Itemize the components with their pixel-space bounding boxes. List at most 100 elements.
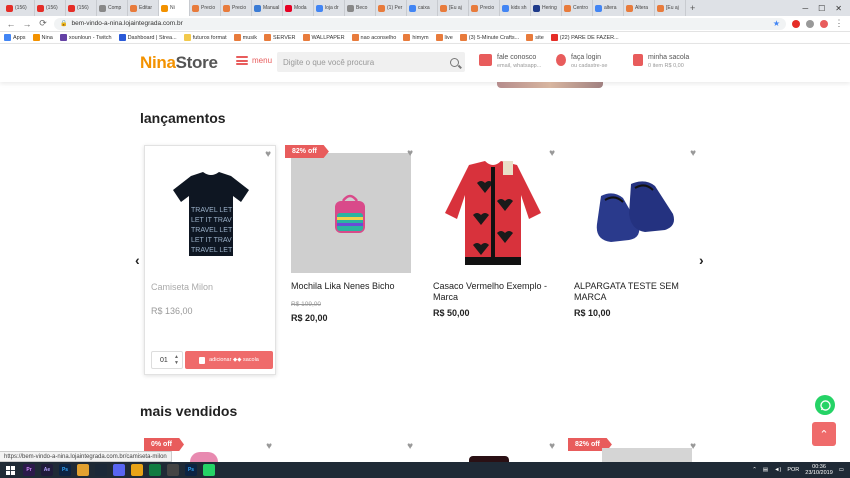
browser-tab[interactable]: Altera — [624, 0, 655, 16]
language-indicator[interactable]: POR — [787, 467, 799, 473]
bookmark-item[interactable]: Dashboard | Strea... — [118, 34, 177, 41]
product-image[interactable] — [190, 452, 218, 462]
carousel-prev-arrow[interactable]: ‹ — [135, 252, 140, 268]
spreadsheet-icon[interactable] — [149, 464, 161, 476]
tray-chevron-icon[interactable]: ⌃ — [752, 467, 757, 473]
bookmark-item[interactable]: Nina — [32, 34, 53, 41]
bookmark-item[interactable]: (22) PARE DE FAZER... — [550, 34, 619, 41]
product-image[interactable] — [574, 153, 694, 273]
browser-tab[interactable]: caixa — [407, 0, 438, 16]
bookmark-item[interactable]: site — [526, 34, 544, 41]
product-card[interactable]: ♥ — [427, 438, 559, 462]
after-effects-icon[interactable]: Ae — [41, 464, 53, 476]
browser-tab[interactable]: [Eu aj — [655, 0, 686, 16]
forward-icon[interactable]: → — [22, 19, 32, 29]
product-card[interactable]: ♥ ALPARGATA TESTE SEM MARCA R$ 10,00 — [568, 145, 700, 335]
bookmark-item[interactable]: SERVER — [264, 34, 296, 41]
browser-tab[interactable]: altera — [593, 0, 624, 16]
folder-icon[interactable] — [131, 464, 143, 476]
browser-tab[interactable]: (1) Per — [376, 0, 407, 16]
clock[interactable]: 00:36 23/10/2019 — [805, 464, 833, 476]
bookmark-item[interactable]: xounloun - Twitch — [59, 34, 112, 41]
browser-tab[interactable]: Precio — [221, 0, 252, 16]
browser-tab[interactable]: Precio — [469, 0, 500, 16]
product-card[interactable]: 82% off ♥ Mochila Lika Nenes Bicho R$ 10… — [285, 145, 417, 335]
browser-tab[interactable]: Hering — [531, 0, 562, 16]
extension-icon[interactable] — [792, 19, 800, 28]
profile-avatar[interactable] — [820, 19, 828, 28]
contact-link[interactable]: fale conosco email, whatsapp... — [479, 53, 541, 70]
extension-icon[interactable] — [806, 19, 814, 28]
app-icon[interactable] — [167, 464, 179, 476]
product-name[interactable]: Mochila Lika Nenes Bicho — [291, 281, 413, 292]
volume-icon[interactable]: ◄) — [774, 467, 781, 473]
browser-tab[interactable]: Beco — [345, 0, 376, 16]
browser-tab[interactable]: Precio — [190, 0, 221, 16]
steam-icon[interactable] — [95, 464, 107, 476]
product-image[interactable] — [602, 448, 692, 462]
product-card[interactable]: ♥ — [285, 438, 417, 462]
login-link[interactable]: faça login ou cadastre-se — [556, 53, 607, 70]
heart-icon[interactable]: ♥ — [549, 441, 555, 452]
product-name[interactable]: ALPARGATA TESTE SEM MARCA — [574, 281, 696, 303]
browser-tab[interactable]: loja dr — [314, 0, 345, 16]
product-card[interactable]: 82% off ♥ — [568, 438, 700, 462]
photoshop-icon[interactable]: Ps — [185, 464, 197, 476]
browser-menu-icon[interactable]: ⋮ — [834, 18, 844, 29]
minimize-icon[interactable]: ─ — [802, 4, 808, 13]
add-to-cart-button[interactable]: adicionar ◆◆ sacola — [185, 351, 273, 369]
bookmark-item[interactable]: live — [435, 34, 453, 41]
product-image[interactable] — [291, 153, 411, 273]
browser-tab[interactable]: Manual — [252, 0, 283, 16]
discord-icon[interactable] — [113, 464, 125, 476]
browser-tab[interactable]: Comp — [97, 0, 128, 16]
close-icon[interactable]: ✕ — [835, 4, 842, 13]
chrome-icon[interactable] — [77, 464, 89, 476]
product-name[interactable]: Casaco Vermelho Exemplo - Marca — [433, 281, 555, 303]
browser-tab[interactable]: (156) — [66, 0, 97, 16]
bookmark-item[interactable]: futuros format — [183, 34, 227, 41]
browser-tab[interactable]: Ni — [159, 0, 190, 16]
heart-icon[interactable]: ♥ — [407, 441, 413, 452]
bookmark-item[interactable]: nao aconselho — [351, 34, 396, 41]
windows-start-button[interactable] — [0, 462, 20, 478]
browser-tab[interactable]: (156) — [35, 0, 66, 16]
network-icon[interactable]: ▤ — [763, 467, 768, 473]
browser-tab[interactable]: Centro — [562, 0, 593, 16]
bookmark-star-icon[interactable]: ★ — [773, 19, 780, 28]
menu-button[interactable]: menu — [236, 56, 272, 65]
bookmark-item[interactable]: (3) 5-Minute Crafts... — [459, 34, 519, 41]
whatsapp-button[interactable] — [815, 395, 835, 415]
search-icon[interactable] — [450, 57, 459, 67]
bookmark-item[interactable]: WALLPAPER — [302, 34, 345, 41]
quantity-stepper[interactable]: 01 ▲ ▼ — [151, 351, 183, 369]
new-tab-icon[interactable]: + — [686, 3, 699, 13]
stepper-arrows-icon[interactable]: ▲ ▼ — [174, 354, 179, 366]
browser-tab[interactable]: Editar — [128, 0, 159, 16]
bookmark-item[interactable]: Apps — [4, 34, 26, 41]
search-input[interactable]: Digite o que você procura — [277, 52, 465, 72]
maximize-icon[interactable]: ☐ — [818, 4, 825, 13]
bookmark-item[interactable]: musik — [233, 34, 257, 41]
premiere-icon[interactable]: Pr — [23, 464, 35, 476]
whatsapp-icon[interactable] — [203, 464, 215, 476]
cart-link[interactable]: minha sacola 0 item R$ 0,00 — [633, 53, 689, 70]
back-icon[interactable]: ← — [6, 19, 16, 29]
scroll-top-button[interactable]: ⌃ — [812, 422, 836, 446]
browser-tab[interactable]: kids sh — [500, 0, 531, 16]
browser-tab[interactable]: [Eu aj — [438, 0, 469, 16]
heart-icon[interactable]: ♥ — [407, 148, 413, 159]
store-logo[interactable]: NinaStore — [140, 53, 218, 73]
product-card[interactable]: ♥ Casaco Vermelho Exemplo - Marca R$ 50,… — [427, 145, 559, 335]
product-name[interactable]: Camiseta Milon — [151, 282, 273, 293]
product-image[interactable]: TRAVEL LET LET IT TRAV TRAVEL LET LET IT… — [151, 154, 271, 274]
product-image[interactable] — [433, 153, 553, 273]
reload-icon[interactable]: ⟳ — [38, 18, 48, 29]
heart-icon[interactable]: ♥ — [266, 441, 272, 452]
browser-tab[interactable]: Moda — [283, 0, 314, 16]
url-field[interactable]: 🔒 bem-vindo-a-nina.lojaintegrada.com.br … — [54, 17, 786, 30]
photoshop-icon[interactable]: Ps — [59, 464, 71, 476]
browser-tab[interactable]: (156) — [4, 0, 35, 16]
bookmark-item[interactable]: himym — [403, 34, 429, 41]
notifications-icon[interactable]: ▭ — [839, 467, 844, 473]
